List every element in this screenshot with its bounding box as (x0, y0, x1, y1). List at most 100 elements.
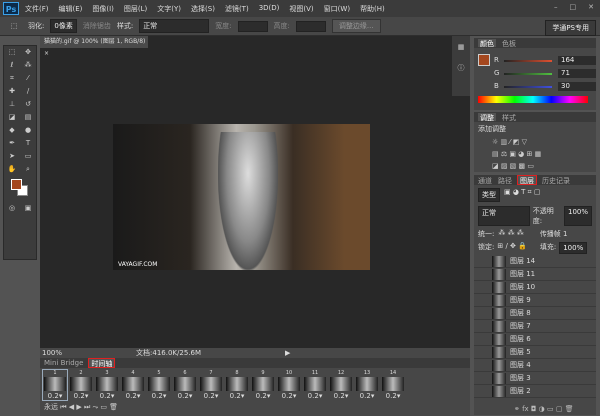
frame-delay[interactable]: 0.2▾ (95, 392, 119, 400)
layer-row[interactable]: 图层 4 (474, 359, 596, 372)
width-input[interactable] (237, 20, 268, 32)
frame-delay[interactable]: 0.2▾ (303, 392, 327, 400)
layer-kind-filter[interactable]: 类型 (478, 188, 500, 202)
tab-0[interactable]: 通道 (478, 176, 492, 185)
channel-slider[interactable] (504, 86, 552, 88)
menu-item[interactable]: 窗口(W) (324, 4, 350, 14)
dodge-icon[interactable]: ● (21, 125, 35, 136)
tab-color[interactable]: 颜色 (478, 39, 496, 48)
animation-frame[interactable]: 1 0.2▾ (42, 369, 68, 401)
zoom-level[interactable]: 100% (42, 349, 62, 357)
menu-item[interactable]: 编辑(E) (59, 4, 83, 14)
layer-row[interactable]: 图层 7 (474, 320, 596, 333)
frame-delay[interactable]: 0.2▾ (121, 392, 145, 400)
shape-icon[interactable]: ▭ (21, 151, 35, 162)
channel-value[interactable]: 30 (558, 82, 596, 91)
fill-input[interactable]: 100% (559, 242, 588, 254)
blend-mode-select[interactable]: 正常 (478, 206, 530, 226)
animation-frame[interactable]: 14 0.2▾ (381, 370, 405, 400)
lasso-icon[interactable]: ℓ (5, 60, 19, 71)
frame-delay[interactable]: 0.2▾ (147, 392, 171, 400)
menu-item[interactable]: 视图(V) (289, 4, 313, 14)
animation-frame[interactable]: 9 0.2▾ (251, 370, 275, 400)
hand-icon[interactable]: ✋ (5, 164, 19, 175)
tab-3[interactable]: 历史记录 (542, 176, 570, 185)
history-panel-icon[interactable]: ▦ (454, 42, 468, 53)
channel-slider[interactable] (504, 73, 552, 75)
frame-delay[interactable]: 0.2▾ (199, 392, 223, 400)
layer-row[interactable]: 图层 14 (474, 255, 596, 268)
filter-icons[interactable]: ▣ ◕ T ⌗ ▢ (504, 188, 540, 202)
lock-icons[interactable]: ⊞ / ✥ 🔒 (497, 242, 526, 254)
opacity-input[interactable]: 100% (563, 206, 592, 226)
quick-mask-icon[interactable]: ◎ (5, 203, 19, 214)
animation-frame[interactable]: 4 0.2▾ (121, 370, 145, 400)
adjustment-icons[interactable]: ☼ ▥ ⁄ ◩ ▽ ▤ ⚖ ▣ ◕ ⊞ ▦ ◪ ▨ ▧ ▩ ▭ (474, 136, 596, 172)
propagate-frame-checkbox[interactable]: 传播帧 1 (540, 229, 568, 239)
layer-action-icons[interactable]: ⚭ fx ◘ ◑ ▭ ▢ 🗑 (514, 405, 574, 413)
frame-delay[interactable]: 0.2▾ (277, 392, 301, 400)
antialias-checkbox[interactable]: 消除锯齿 (83, 21, 111, 31)
channel-value[interactable]: 71 (558, 69, 596, 78)
animation-frame[interactable]: 12 0.2▾ (329, 370, 353, 400)
frame-delay[interactable]: 0.2▾ (225, 392, 249, 400)
animation-frame[interactable]: 6 0.2▾ (173, 370, 197, 400)
brush-icon[interactable]: / (21, 86, 35, 97)
color-foreground-swatch[interactable] (478, 54, 490, 66)
tab-swatches[interactable]: 色板 (502, 39, 516, 48)
frame-delay[interactable]: 0.2▾ (251, 392, 275, 400)
channel-slider[interactable] (504, 60, 552, 62)
tab-styles[interactable]: 样式 (502, 113, 516, 122)
menu-item[interactable]: 图像(I) (92, 4, 114, 14)
status-menu-arrow-icon[interactable]: ▶ (285, 349, 290, 357)
type-icon[interactable]: T (21, 138, 35, 149)
blur-icon[interactable]: ◆ (5, 125, 19, 136)
eyedropper-icon[interactable]: ⁄ (21, 73, 35, 84)
color-spectrum[interactable] (478, 96, 588, 103)
menu-item[interactable]: 文字(Y) (157, 4, 181, 14)
animation-frame[interactable]: 13 0.2▾ (355, 370, 379, 400)
menu-item[interactable]: 帮助(H) (360, 4, 385, 14)
history-brush-icon[interactable]: ↺ (21, 99, 35, 110)
foreground-color[interactable] (11, 179, 22, 190)
menu-item[interactable]: 3D(D) (259, 4, 280, 14)
layer-row[interactable]: 图层 6 (474, 333, 596, 346)
layer-row[interactable]: 图层 10 (474, 281, 596, 294)
timeline-tab[interactable]: 时间轴 (88, 358, 116, 368)
feather-input[interactable]: 0像素 (50, 19, 77, 33)
timeline-tab[interactable]: Mini Bridge (44, 359, 83, 367)
animation-frame[interactable]: 5 0.2▾ (147, 370, 171, 400)
animation-frame[interactable]: 8 0.2▾ (225, 370, 249, 400)
info-panel-icon[interactable]: ⓘ (454, 63, 468, 74)
image-canvas[interactable] (113, 124, 370, 270)
move-icon[interactable]: ✥ (21, 47, 35, 58)
refine-edge-button[interactable]: 调整边缘... (331, 19, 381, 33)
eraser-icon[interactable]: ◪ (5, 112, 19, 123)
maximize-button[interactable]: □ (570, 3, 577, 11)
channel-value[interactable]: 164 (558, 56, 596, 65)
layer-row[interactable]: 图层 3 (474, 372, 596, 385)
screen-mode-icon[interactable]: ▣ (21, 203, 35, 214)
color-swatches[interactable] (4, 176, 36, 202)
document-tab[interactable]: 猫猫的.gif @ 100% (图层 1, RGB/8) × (40, 36, 148, 57)
timeline-controls[interactable]: 永远 ⏮ ◀ ▶ ⏭ ⤳ ▭ 🗑 (40, 402, 470, 412)
frame-delay[interactable]: 0.2▾ (173, 392, 197, 400)
tab-1[interactable]: 路径 (498, 176, 512, 185)
style-select[interactable]: 正常 (139, 19, 210, 33)
layer-row[interactable]: 图层 2 (474, 385, 596, 398)
unify-icons[interactable]: ⁂ ⁂ ⁂ (498, 229, 523, 239)
close-button[interactable]: ✕ (588, 3, 594, 11)
crop-icon[interactable]: ⌗ (5, 73, 19, 84)
layer-row[interactable]: 图层 8 (474, 307, 596, 320)
marquee-icon[interactable]: ⬚ (5, 47, 19, 58)
frame-delay[interactable]: 0.2▾ (355, 392, 379, 400)
menu-item[interactable]: 图层(L) (124, 4, 147, 14)
stamp-icon[interactable]: ⊥ (5, 99, 19, 110)
animation-frame[interactable]: 7 0.2▾ (199, 370, 223, 400)
marquee-tool-icon[interactable]: ⬚ (7, 21, 21, 32)
tab-2[interactable]: 图层 (517, 175, 537, 185)
pen-icon[interactable]: ✒ (5, 138, 19, 149)
animation-frame[interactable]: 11 0.2▾ (303, 370, 327, 400)
frame-delay[interactable]: 0.2▾ (69, 392, 93, 400)
frame-delay[interactable]: 0.2▾ (329, 392, 353, 400)
